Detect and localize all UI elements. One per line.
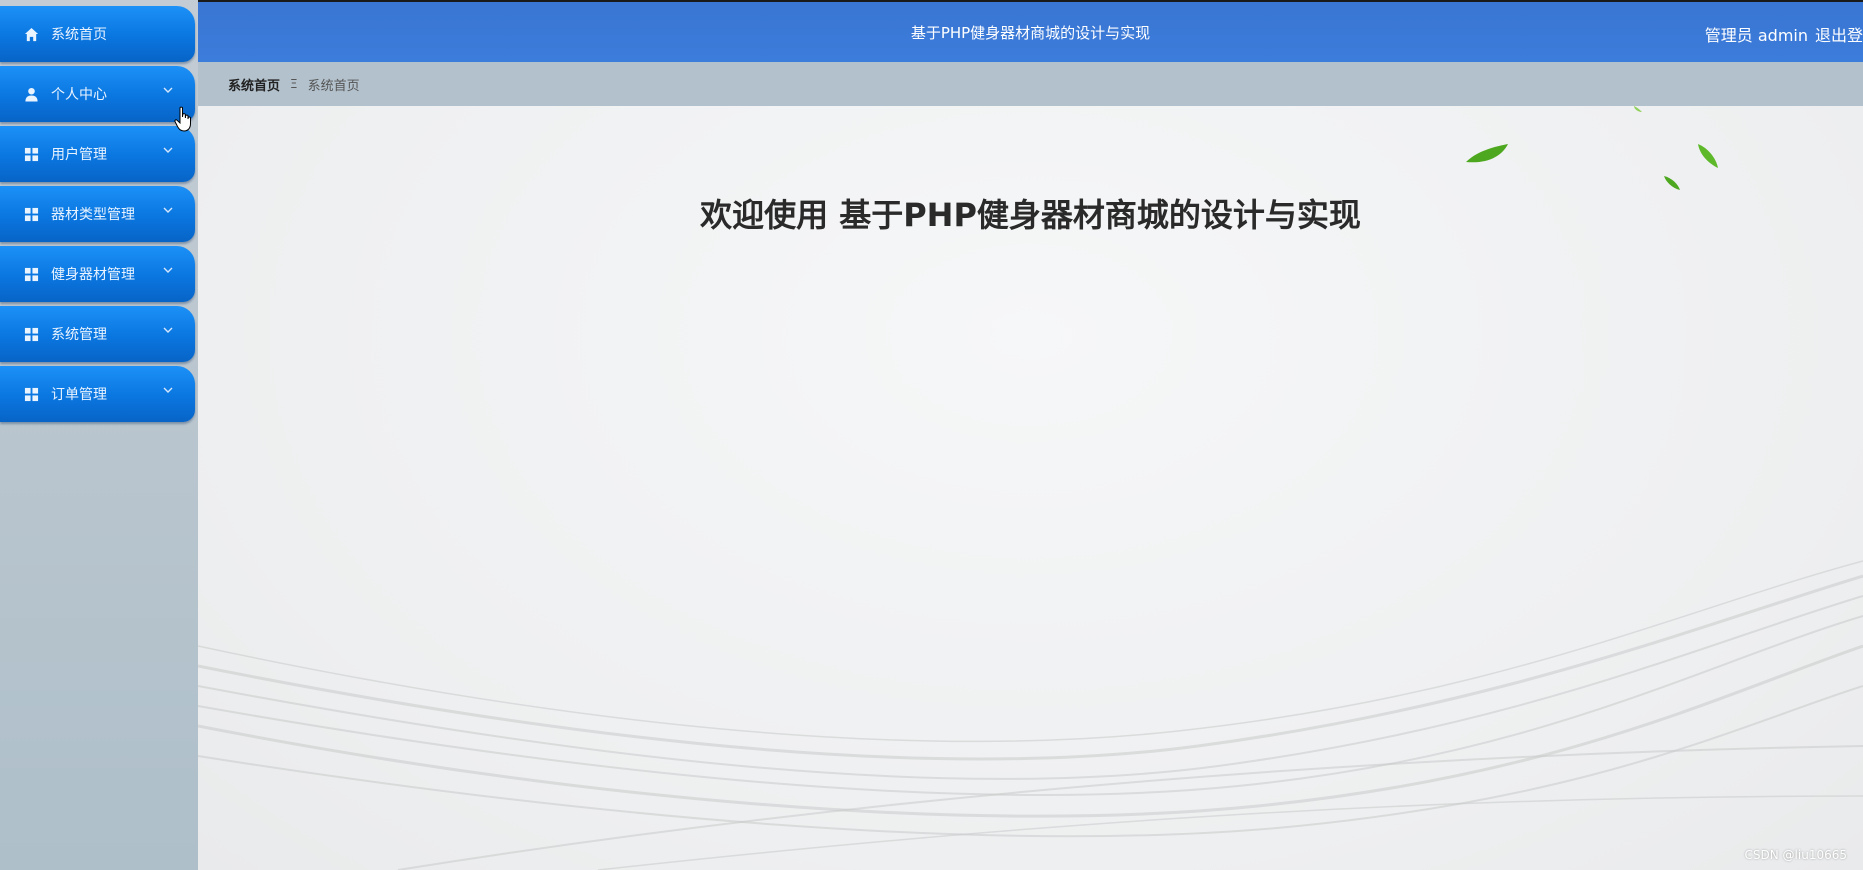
sidebar-item-personal-center[interactable]: 个人中心 [0, 66, 195, 122]
top-header: 基于PHP健身器材商城的设计与实现 管理员 admin 退出登录 [198, 0, 1863, 62]
grid-icon [24, 267, 39, 281]
sidebar-item-equipment-type-management[interactable]: 器材类型管理 [0, 186, 195, 242]
sidebar-item-label: 器材类型管理 [51, 207, 135, 223]
sidebar-item-system-management[interactable]: 系统管理 [0, 306, 195, 362]
chevron-down-icon [163, 207, 173, 213]
welcome-heading: 欢迎使用 基于PHP健身器材商城的设计与实现 [700, 196, 1361, 234]
sidebar-item-label: 用户管理 [51, 147, 107, 163]
chevron-down-icon [163, 267, 173, 273]
hand-cursor-icon [174, 106, 191, 132]
sidebar: 系统首页 个人中心 用户管理 器材类型管理 健身器材管理 系统管理 订单管理 [0, 0, 198, 870]
breadcrumb-separator: Ξ [290, 77, 298, 91]
sidebar-item-order-management[interactable]: 订单管理 [0, 366, 195, 422]
sidebar-item-label: 订单管理 [51, 387, 107, 403]
grid-icon [24, 387, 39, 401]
chevron-down-icon [163, 87, 173, 93]
breadcrumb: 系统首页 Ξ 系统首页 [198, 62, 1863, 106]
home-icon [24, 27, 39, 41]
sidebar-item-fitness-equipment-management[interactable]: 健身器材管理 [0, 246, 195, 302]
breadcrumb-current: 系统首页 [307, 78, 360, 94]
grid-icon [24, 327, 39, 341]
breadcrumb-home-link[interactable]: 系统首页 [228, 75, 280, 94]
sidebar-item-label: 系统首页 [51, 27, 107, 43]
sidebar-item-label: 健身器材管理 [51, 267, 135, 283]
grid-icon [24, 147, 39, 161]
sidebar-item-home[interactable]: 系统首页 [0, 6, 195, 62]
current-user-label: 管理员 admin [1704, 26, 1808, 45]
chevron-down-icon [163, 327, 173, 333]
sidebar-item-label: 个人中心 [51, 87, 107, 103]
user-icon [25, 87, 38, 102]
app-title: 基于PHP健身器材商城的设计与实现 [910, 24, 1151, 42]
chevron-down-icon [163, 387, 173, 393]
main-content: 欢迎使用 基于PHP健身器材商城的设计与实现 CSDN @liu10665 [198, 106, 1863, 870]
grid-icon [24, 207, 39, 221]
sidebar-item-user-management[interactable]: 用户管理 [0, 126, 195, 182]
sidebar-item-label: 系统管理 [51, 327, 107, 343]
watermark: CSDN @liu10665 [1744, 848, 1847, 862]
logout-button[interactable]: 退出登录 [1815, 22, 1863, 46]
chevron-down-icon [163, 147, 173, 153]
